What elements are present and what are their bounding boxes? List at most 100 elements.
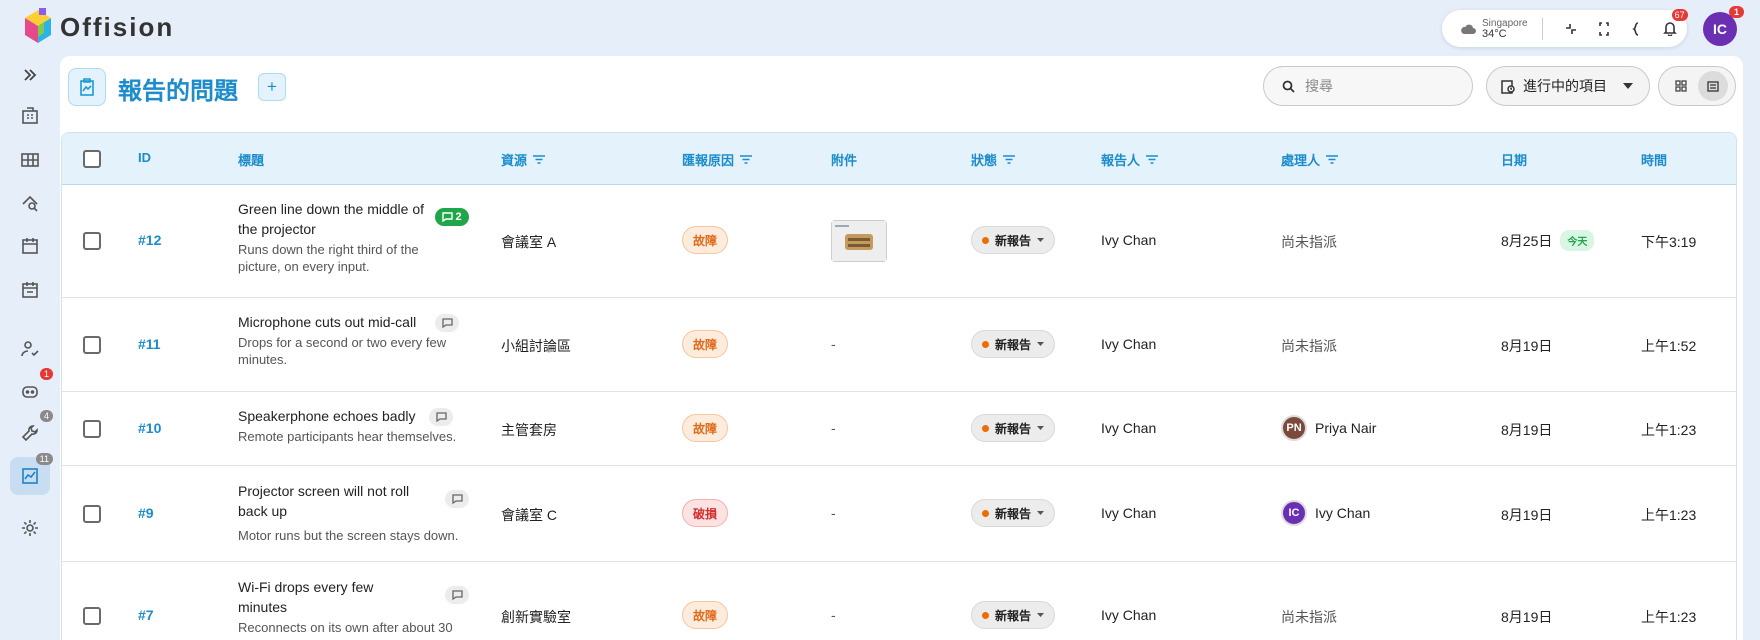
bell-icon [1663, 22, 1678, 36]
assignee-unassigned[interactable]: 尚未指派 [1281, 232, 1337, 252]
row-checkbox[interactable] [83, 420, 101, 438]
status-filter-label: 進行中的項目 [1523, 78, 1607, 94]
filter-icon[interactable] [740, 155, 753, 164]
status-dropdown[interactable]: 新報告 [971, 414, 1056, 442]
reason-badge: 故障 [682, 601, 729, 629]
table-row[interactable]: #7 Wi-Fi drops every few minutes Reconne… [62, 562, 1736, 640]
weather-temp: 34°C [1482, 27, 1507, 40]
sidebar-item-reports[interactable]: 11 [10, 453, 53, 495]
comments-button[interactable] [445, 490, 469, 508]
app-name: Offision [60, 11, 175, 42]
sidebar-item-visitors[interactable] [10, 330, 50, 368]
comment-icon [435, 412, 447, 422]
search-input[interactable] [1305, 78, 1455, 94]
user-avatar[interactable]: IC 1 [1703, 6, 1744, 46]
list-view-button[interactable] [1698, 71, 1728, 101]
notifications-button[interactable]: 67 [1654, 9, 1688, 36]
comments-button[interactable] [445, 586, 469, 604]
sidebar-item-maintenance[interactable]: 4 [10, 410, 53, 452]
report-id-link[interactable]: #12 [138, 232, 161, 248]
app-logo[interactable]: Offision [22, 8, 174, 46]
bracket-button[interactable] [1588, 21, 1621, 36]
top-bar: Offision Singapore 34°C 67 IC 1 [0, 0, 1760, 56]
user-avatar-badge: 1 [1729, 6, 1744, 18]
status-dropdown[interactable]: 新報告 [971, 601, 1056, 629]
comments-button[interactable] [435, 314, 459, 332]
report-id-link[interactable]: #9 [138, 505, 154, 521]
page-icon [68, 68, 106, 106]
building-icon [22, 107, 38, 124]
reason-badge: 故障 [682, 330, 729, 358]
status-dropdown[interactable]: 新報告 [971, 330, 1056, 358]
header-status[interactable]: 狀態 [971, 150, 1016, 169]
header-reason[interactable]: 匯報原因 [682, 150, 753, 169]
status-filter-button[interactable]: 進行中的項目 [1486, 66, 1650, 106]
report-title-cell[interactable]: Wi-Fi drops every few minutes Reconnects… [238, 577, 478, 636]
header-time[interactable]: 時間 [1641, 150, 1667, 169]
report-title-cell[interactable]: Projector screen will not roll back up M… [238, 481, 478, 544]
header-title[interactable]: 標題 [238, 150, 264, 169]
reporter-name: Ivy Chan [1101, 336, 1157, 352]
report-id-link[interactable]: #10 [138, 420, 161, 436]
grid-layout-icon [21, 153, 39, 167]
comment-count: 2 [455, 211, 462, 223]
brace-icon [1632, 21, 1639, 36]
header-date[interactable]: 日期 [1501, 150, 1527, 169]
filter-icon[interactable] [1146, 155, 1159, 164]
date-value: 8月25日 [1501, 232, 1553, 249]
add-report-button[interactable]: + [258, 73, 286, 101]
brace-button[interactable] [1621, 21, 1654, 36]
double-chevron-right-icon [24, 69, 37, 81]
top-toolbar: Singapore 34°C 67 [1442, 9, 1688, 47]
status-dropdown[interactable]: 新報告 [971, 499, 1056, 527]
report-title-cell[interactable]: Green line down the middle of the projec… [238, 199, 438, 275]
header-assignee[interactable]: 處理人 [1281, 150, 1339, 169]
table-row[interactable]: #11 Microphone cuts out mid-call Drops f… [62, 298, 1736, 392]
sidebar-expand-button[interactable] [10, 56, 50, 94]
comments-badge[interactable]: 2 [435, 208, 469, 226]
table-row[interactable]: #10 Speakerphone echoes badly Remote par… [62, 392, 1736, 466]
header-attachment: 附件 [831, 150, 857, 169]
exit-fullscreen-button[interactable] [1555, 23, 1588, 35]
report-id-link[interactable]: #7 [138, 607, 154, 623]
report-title-cell[interactable]: Microphone cuts out mid-call Drops for a… [238, 312, 463, 368]
sidebar-item-calendar[interactable] [10, 227, 50, 265]
status-dropdown[interactable]: 新報告 [971, 226, 1056, 254]
sidebar-item-chat[interactable]: 1 [10, 368, 53, 410]
sidebar-item-search-rooms[interactable] [10, 184, 50, 222]
comments-button[interactable] [429, 408, 453, 426]
row-checkbox[interactable] [83, 336, 101, 354]
table-row[interactable]: #9 Projector screen will not roll back u… [62, 466, 1736, 562]
caret-down-icon [1037, 426, 1045, 430]
filter-icon[interactable] [1326, 155, 1339, 164]
assignee-cell[interactable]: IC Ivy Chan [1281, 500, 1370, 526]
table-row[interactable]: #12 Green line down the middle of the pr… [62, 185, 1736, 298]
calendar-check-icon [22, 282, 38, 298]
row-checkbox[interactable] [83, 505, 101, 523]
status-dot [982, 611, 989, 619]
row-checkbox[interactable] [83, 232, 101, 250]
report-id-link[interactable]: #11 [138, 336, 161, 352]
attachment-thumbnail[interactable] [831, 220, 887, 262]
attachment-empty: - [831, 505, 836, 521]
sidebar-item-bookings[interactable] [10, 271, 50, 309]
header-resource-label: 資源 [501, 153, 528, 168]
select-all-checkbox[interactable] [83, 150, 101, 168]
report-description: Remote participants hear themselves. [238, 429, 457, 444]
filter-icon[interactable] [533, 155, 546, 164]
assignee-cell[interactable]: PN Priya Nair [1281, 415, 1376, 441]
sidebar-item-floorplan[interactable] [10, 141, 50, 179]
sidebar-item-settings[interactable] [10, 509, 50, 547]
grid-view-button[interactable] [1666, 71, 1696, 101]
header-reporter[interactable]: 報告人 [1101, 150, 1159, 169]
filter-icon[interactable] [1003, 155, 1016, 164]
status-label: 新報告 [995, 233, 1032, 248]
maintenance-badge: 4 [39, 410, 53, 422]
sidebar-item-buildings[interactable] [10, 97, 50, 135]
assignee-unassigned[interactable]: 尚未指派 [1281, 607, 1337, 627]
time-value: 上午1:23 [1641, 609, 1697, 625]
header-id[interactable]: ID [138, 150, 151, 165]
row-checkbox[interactable] [83, 607, 101, 625]
header-resource[interactable]: 資源 [501, 150, 546, 169]
assignee-unassigned[interactable]: 尚未指派 [1281, 336, 1337, 356]
